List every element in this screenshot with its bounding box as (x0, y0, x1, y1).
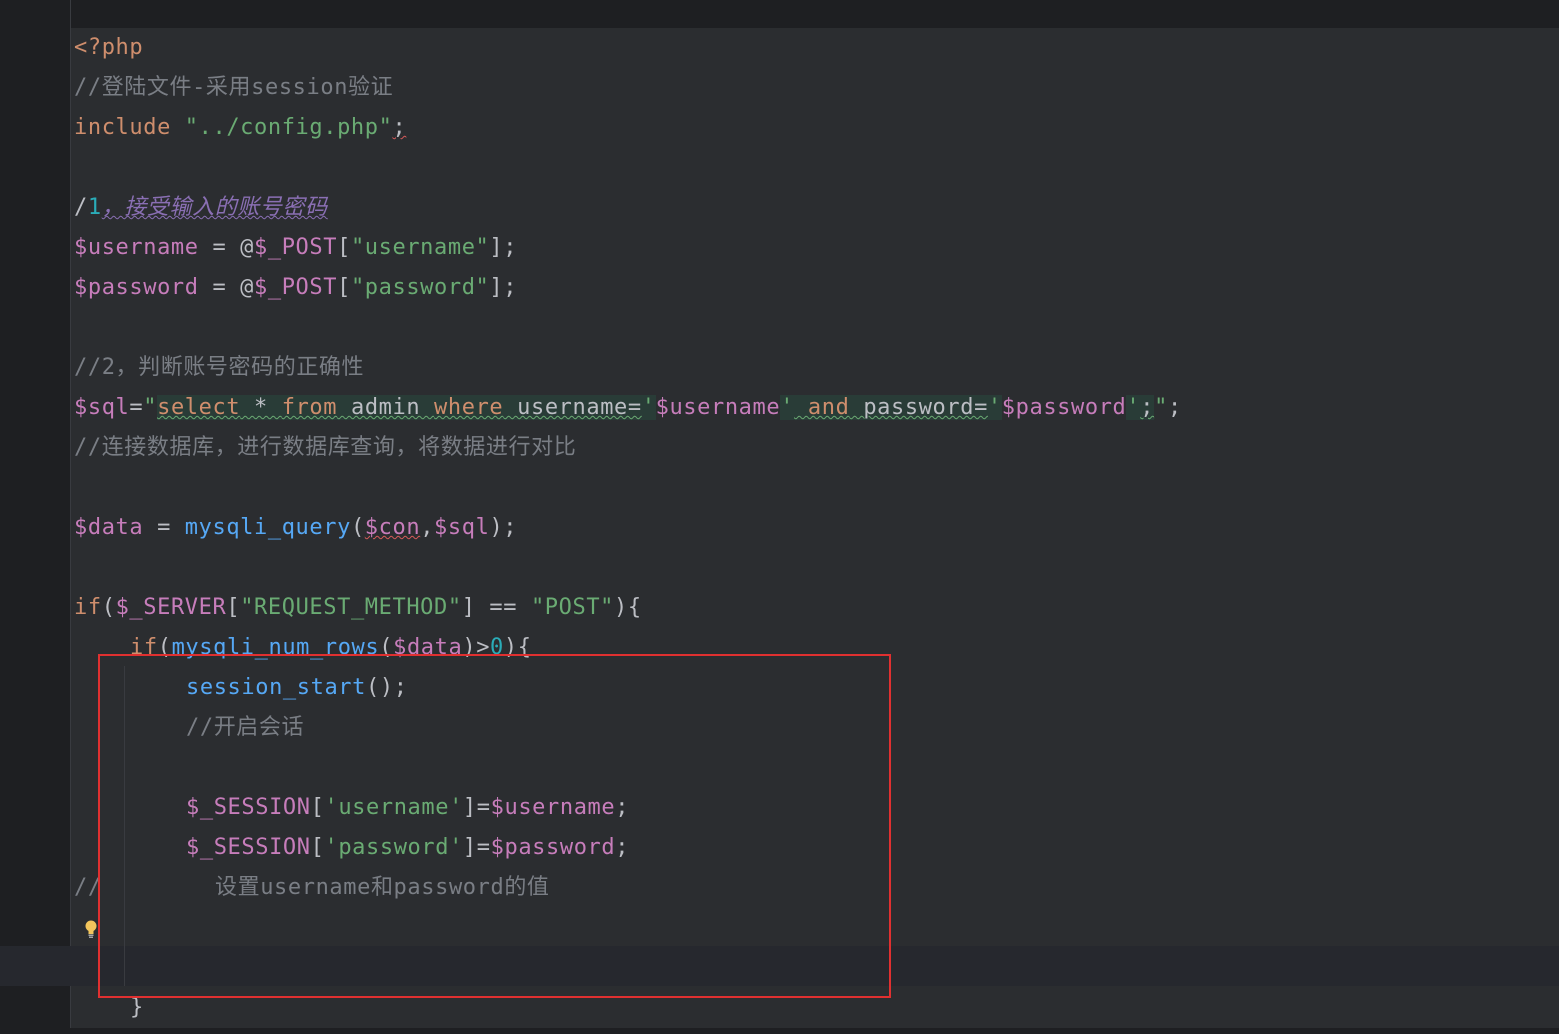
bracket: ]; (489, 275, 518, 300)
paren: ); (489, 515, 518, 540)
code-line-7[interactable]: $password = @$_POST["password"]; (74, 268, 517, 308)
code-line-5[interactable]: /1，接受输入的账号密码 (74, 188, 328, 228)
string-literal: "REQUEST_METHOD" (240, 595, 462, 620)
paren: ( (350, 515, 365, 540)
sql-keyword: from (281, 395, 338, 420)
sql-text: * (240, 395, 282, 420)
paren: ( (101, 595, 116, 620)
operator: = @ (198, 235, 254, 260)
variable: $password (1001, 395, 1127, 420)
sql-text: ; (1140, 395, 1155, 420)
superglobal: $_POST (254, 235, 338, 260)
comment: //2，判断账号密码的正确性 (74, 355, 365, 380)
keyword-if: if (74, 595, 102, 620)
comment-italic: ，接受输入的账号密码 (101, 195, 328, 220)
keyword-include: include (74, 115, 171, 140)
variable: $username (655, 395, 781, 420)
variable: $username (74, 235, 199, 260)
function-call: mysqli_query (184, 515, 351, 540)
variable: $password (74, 275, 199, 300)
code-line-10[interactable]: $sql="select * from admin where username… (74, 388, 1182, 428)
semicolon: ; (1167, 395, 1182, 420)
string-literal: "username" (350, 235, 490, 260)
editor-gutter (0, 0, 70, 1034)
sql-quote: ' (1126, 395, 1141, 420)
editor-top-strip (71, 0, 1559, 28)
sql-quote: ' (641, 395, 656, 420)
sql-keyword: where (434, 395, 504, 420)
variable: $sql (434, 515, 490, 540)
quote: " (1154, 395, 1168, 420)
quote: " (143, 395, 158, 420)
variable: $data (74, 515, 144, 540)
string-literal: "../config.php" (184, 115, 393, 140)
sql-text: username= (503, 395, 642, 420)
bracket: ]; (489, 235, 518, 260)
operator: ] == (461, 595, 531, 620)
sql-keyword: and (807, 395, 850, 420)
code-line-6[interactable]: $username = @$_POST["username"]; (74, 228, 517, 268)
sql-text: password= (849, 395, 988, 420)
string-literal: "password" (350, 275, 490, 300)
bracket: [ (337, 275, 351, 300)
closing-brace: } (130, 995, 144, 1020)
sql-text: admin (337, 395, 435, 420)
sql-quote: ' (987, 395, 1002, 420)
code-line-11[interactable]: //连接数据库，进行数据库查询，将数据进行对比 (74, 428, 576, 468)
php-open-tag: <?php (74, 35, 144, 60)
semicolon-warning: ; (392, 115, 407, 140)
superglobal: $_SERVER (115, 595, 227, 620)
code-line-2[interactable]: //登陆文件-采用session验证 (74, 68, 393, 108)
undefined-variable: $con (364, 515, 421, 540)
bracket: [ (226, 595, 241, 620)
operator: = (129, 395, 144, 420)
operator: = (143, 515, 185, 540)
comment: //连接数据库，进行数据库查询，将数据进行对比 (74, 435, 577, 460)
lightbulb-icon[interactable] (84, 919, 98, 939)
variable: $sql (74, 395, 130, 420)
comma: , (420, 515, 435, 540)
code-line-13[interactable]: $data = mysqli_query($con,$sql); (74, 508, 517, 548)
string-literal: "POST" (530, 595, 615, 620)
brace: ){ (614, 595, 642, 620)
code-line-9[interactable]: //2，判断账号密码的正确性 (74, 348, 364, 388)
comment: //登陆文件-采用session验证 (74, 75, 394, 100)
operator: = @ (198, 275, 254, 300)
slash: / (74, 195, 88, 220)
editor-bottom-strip (0, 1028, 1559, 1034)
code-line-3[interactable]: include "../config.php"; (74, 108, 406, 148)
bracket: [ (337, 235, 351, 260)
code-line-1[interactable]: <?php (74, 28, 143, 68)
annotation-highlight-box (98, 654, 891, 998)
code-line-15[interactable]: if($_SERVER["REQUEST_METHOD"] == "POST")… (74, 588, 642, 628)
sql-quote: ' (780, 395, 795, 420)
number: 1 (87, 195, 102, 220)
sql-keyword: select (157, 395, 241, 420)
superglobal: $_POST (254, 275, 338, 300)
